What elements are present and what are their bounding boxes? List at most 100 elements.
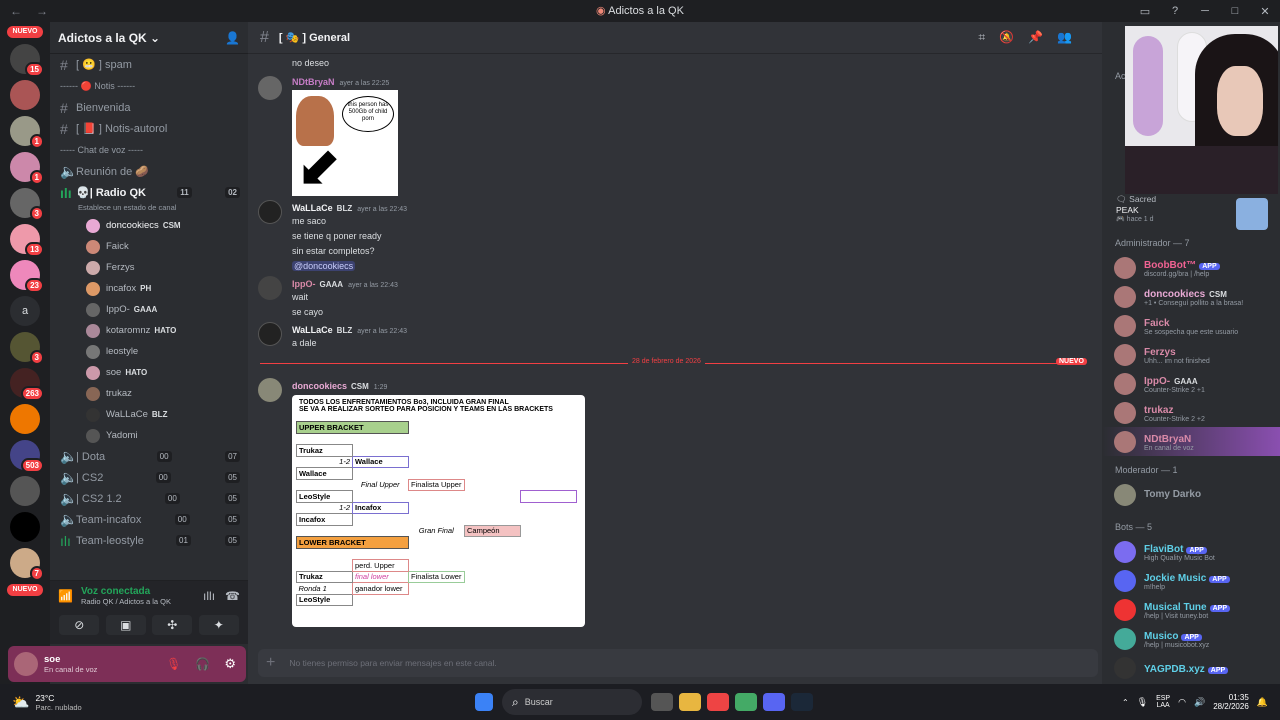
member-item[interactable]: Jockie Music APP m!help — [1102, 566, 1280, 595]
minimize-icon[interactable]: ─ — [1190, 5, 1220, 17]
wifi-icon[interactable]: ◠ — [1178, 697, 1186, 708]
add-member-icon[interactable]: 👤 — [225, 31, 240, 45]
meme-image[interactable]: this person has 500Gb of child porn ⬋ — [292, 90, 398, 196]
channel-status-prompt[interactable]: Establece un estado de canal — [50, 203, 248, 215]
author-name[interactable]: WaLLaCe — [292, 325, 333, 335]
voice-user[interactable]: doncookiecs CSM — [50, 215, 248, 236]
voice-user[interactable]: kotaromnz HATO — [50, 320, 248, 341]
file-explorer-icon[interactable] — [679, 693, 701, 711]
member-item[interactable]: trukaz Counter-Strike 2 +2 — [1102, 398, 1280, 427]
server-icon[interactable]: 263 — [10, 368, 44, 401]
member-item[interactable]: BoobBot™ APP discord.gg/bra | /help — [1102, 253, 1280, 282]
user-mention[interactable]: @doncookiecs — [292, 261, 356, 271]
voice-user[interactable]: IppO- GAAA — [50, 299, 248, 320]
camera-off-icon[interactable]: ⊘ — [59, 615, 100, 635]
headphones-icon[interactable]: 🎧 — [195, 657, 210, 671]
language-indicator[interactable]: ESP LAA — [1156, 695, 1170, 709]
message-input[interactable]: + No tienes permiso para enviar mensajes… — [258, 649, 1098, 677]
task-view-icon[interactable] — [651, 693, 673, 711]
server-icon[interactable]: 3 — [10, 188, 44, 221]
category-notis[interactable]: ------ 🔴 Notis ------ — [50, 75, 248, 97]
server-icon[interactable] — [10, 404, 40, 434]
voice-user[interactable]: WaLLaCe BLZ — [50, 404, 248, 425]
mic-muted-icon[interactable]: 🎙 — [166, 657, 181, 671]
voice-user[interactable]: trukaz — [50, 383, 248, 404]
weather-widget[interactable]: ⛅ 23°C Parc. nublado — [12, 693, 132, 712]
steam-icon[interactable] — [791, 693, 813, 711]
settings-gear-icon[interactable]: ⚙ — [224, 656, 236, 672]
soundboard-icon[interactable]: ✦ — [198, 615, 239, 635]
channel-cs2[interactable]: 🔈 | CS2 00 05 — [50, 467, 248, 488]
member-item[interactable]: Musico APP/help | musicobot.xyz — [1102, 624, 1280, 653]
avatar[interactable] — [258, 378, 282, 402]
notifications-icon[interactable]: 🔔 — [1257, 697, 1268, 708]
screen-share-icon[interactable]: ▣ — [105, 615, 146, 635]
chrome-icon[interactable] — [735, 693, 757, 711]
voice-user[interactable]: Faick — [50, 236, 248, 257]
voice-user[interactable]: soe HATO — [50, 362, 248, 383]
channel-team-leostyle[interactable]: ılı Team-leostyle 01 05 — [50, 530, 248, 551]
server-icon[interactable]: 1 — [10, 116, 44, 149]
server-icon[interactable] — [10, 512, 40, 542]
discord-icon[interactable] — [763, 693, 785, 711]
add-attachment-icon[interactable]: + — [266, 654, 275, 672]
voice-location[interactable]: Radio QK / Adictos a la QK — [81, 597, 203, 606]
voice-user[interactable]: Yadomi — [50, 425, 248, 446]
bracket-image[interactable]: TODOS LOS ENFRENTAMIENTOS Bo3, INCLUIDA … — [292, 395, 585, 627]
channel-bienvenida[interactable]: # Bienvenida — [50, 97, 248, 118]
server-icon[interactable]: 3 — [10, 332, 44, 365]
avatar[interactable] — [258, 76, 282, 100]
member-item[interactable]: YAGPDB.xyz APP — [1102, 653, 1280, 682]
pin-icon[interactable]: 📌 — [1028, 30, 1043, 45]
channel-reunion[interactable]: 🔈 Reunión de 🥔 — [50, 161, 248, 182]
server-icon[interactable]: 1 — [10, 152, 44, 185]
search-box[interactable]: ⌕ Buscar — [502, 689, 642, 715]
member-item[interactable]: Faick Se sospecha que este usuario — [1102, 311, 1280, 340]
volume-icon[interactable]: 🔊 — [1194, 697, 1205, 708]
server-header[interactable]: Adictos a la QK ⌄ 👤 — [50, 22, 248, 54]
channel-dota[interactable]: 🔈 | Dota 00 07 — [50, 446, 248, 467]
author-name[interactable]: doncookiecs — [292, 381, 347, 391]
help-icon[interactable]: ? — [1160, 5, 1190, 17]
noise-suppression-icon[interactable]: ıllı — [203, 589, 215, 603]
maximize-icon[interactable]: □ — [1220, 5, 1250, 17]
avatar[interactable] — [258, 322, 282, 346]
member-item[interactable]: IppO- GAAA Counter-Strike 2 +1 — [1102, 369, 1280, 398]
voice-user[interactable]: leostyle — [50, 341, 248, 362]
avatar[interactable] — [258, 276, 282, 300]
author-name[interactable]: WaLLaCe — [292, 203, 333, 213]
voice-user[interactable]: incafox PH — [50, 278, 248, 299]
threads-icon[interactable]: ⌗ — [978, 30, 985, 45]
author-name[interactable]: IppO- — [292, 279, 316, 289]
channel-notis-autorol[interactable]: # [ 📕 ] Notis-autorol — [50, 118, 248, 139]
member-item[interactable]: doncookiecs CSM +1 • Conseguí pollito a la… — [1102, 282, 1280, 311]
server-icon[interactable]: 503 — [10, 440, 44, 473]
tray-chevron-icon[interactable]: ⌃ — [1122, 698, 1129, 707]
server-icon[interactable]: 15 — [10, 44, 44, 77]
mic-tray-icon[interactable]: 🎙 — [1137, 697, 1148, 708]
avatar[interactable] — [258, 200, 282, 224]
server-icon[interactable]: 7 — [10, 548, 44, 581]
close-icon[interactable]: ✕ — [1250, 5, 1280, 18]
members-icon[interactable]: 👥 — [1057, 30, 1072, 45]
notifications-off-icon[interactable]: 🔕 — [999, 30, 1014, 45]
author-name[interactable]: NDtBryaN — [292, 77, 335, 87]
activities-icon[interactable]: ✣ — [152, 615, 193, 635]
server-icon[interactable]: a — [10, 296, 40, 326]
server-icon[interactable]: 23 — [10, 260, 44, 293]
signal-icon[interactable]: 📶 — [58, 589, 73, 603]
member-item[interactable]: Ferzys Uhh... im not finished — [1102, 340, 1280, 369]
start-icon[interactable] — [475, 693, 493, 711]
server-icon[interactable] — [10, 476, 40, 506]
channel-radio-qk[interactable]: ılı 💀 | Radio QK 11 02 — [50, 182, 248, 203]
channel-spam[interactable]: # [ 😬 ] spam — [50, 54, 248, 75]
channel-cs2-1-2[interactable]: 🔈 | CS2 1.2 00 05 — [50, 488, 248, 509]
server-icon[interactable] — [10, 80, 40, 110]
channel-team-incafox[interactable]: 🔈 Team-incafox 00 05 — [50, 509, 248, 530]
clock[interactable]: 01:35 28/2/2026 — [1213, 693, 1249, 711]
brave-icon[interactable] — [707, 693, 729, 711]
disconnect-icon[interactable]: ☎ — [225, 589, 240, 603]
member-item[interactable]: NDtBryaN En canal de voz — [1102, 427, 1280, 456]
member-item[interactable]: Tomy Darko — [1102, 480, 1280, 509]
member-item[interactable]: Musical Tune APP/help | Visit tuney.bot — [1102, 595, 1280, 624]
